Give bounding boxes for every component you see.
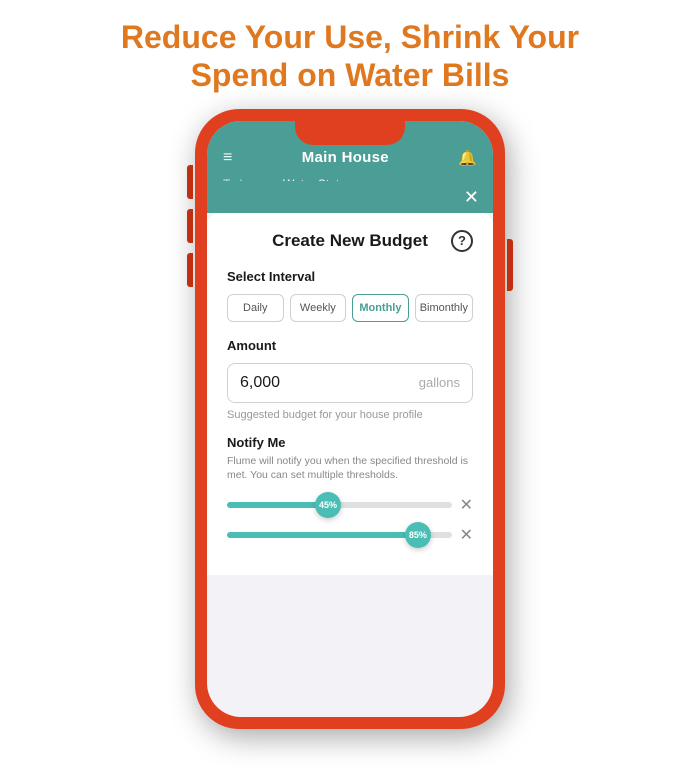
phone-mockup: ≡ Main House 🔔 Today Water Status ✕ xyxy=(195,109,505,729)
interval-daily[interactable]: Daily xyxy=(227,294,284,322)
slider-fill-1 xyxy=(227,502,328,508)
slider-track-2[interactable]: 85% xyxy=(227,532,452,538)
slider-thumb-2[interactable]: 85% xyxy=(405,522,431,548)
modal-card: Create New Budget ? Select Interval Dail… xyxy=(207,213,493,575)
app-bar-top: ≡ Main House 🔔 xyxy=(207,145,493,171)
interval-label: Select Interval xyxy=(227,269,473,284)
help-icon[interactable]: ? xyxy=(451,230,473,252)
slider-row-2: 85% ✕ xyxy=(227,525,473,545)
amount-field[interactable]: 6,000 gallons xyxy=(227,363,473,403)
modal-header: Create New Budget ? xyxy=(227,231,473,251)
modal-title: Create New Budget xyxy=(272,231,428,251)
slider-fill-2 xyxy=(227,532,418,538)
interval-selector: Daily Weekly Monthly Bimonthly xyxy=(227,294,473,322)
app-title: Main House xyxy=(302,149,389,166)
headline-text: Reduce Your Use, Shrink Your Spend on Wa… xyxy=(121,18,579,95)
hamburger-icon[interactable]: ≡ xyxy=(223,149,232,167)
slider-close-1[interactable]: ✕ xyxy=(460,495,473,515)
modal-overlay: ✕ Create New Budget ? Select Interval Da… xyxy=(207,181,493,717)
amount-unit: gallons xyxy=(419,375,460,390)
interval-bimonthly[interactable]: Bimonthly xyxy=(415,294,473,322)
phone-screen: ≡ Main House 🔔 Today Water Status ✕ xyxy=(207,121,493,717)
slider-track-1[interactable]: 45% xyxy=(227,502,452,508)
amount-label: Amount xyxy=(227,338,473,353)
slider-label-2: 85% xyxy=(409,530,427,540)
amount-value: 6,000 xyxy=(240,374,280,392)
headline-section: Reduce Your Use, Shrink Your Spend on Wa… xyxy=(91,0,609,105)
interval-monthly[interactable]: Monthly xyxy=(352,294,409,322)
modal-content: Create New Budget ? Select Interval Dail… xyxy=(227,231,473,555)
notify-title: Notify Me xyxy=(227,435,473,450)
interval-weekly[interactable]: Weekly xyxy=(290,294,347,322)
slider-row-1: 45% ✕ xyxy=(227,495,473,515)
notify-desc: Flume will notify you when the specified… xyxy=(227,454,473,483)
suggested-text: Suggested budget for your house profile xyxy=(227,409,473,421)
slider-thumb-1[interactable]: 45% xyxy=(315,492,341,518)
close-icon[interactable]: ✕ xyxy=(464,188,479,206)
phone-frame: ≡ Main House 🔔 Today Water Status ✕ xyxy=(195,109,505,729)
notch xyxy=(295,121,405,145)
slider-label-1: 45% xyxy=(319,500,337,510)
bell-icon[interactable]: 🔔 xyxy=(458,149,477,167)
slider-close-2[interactable]: ✕ xyxy=(460,525,473,545)
teal-background: ✕ xyxy=(207,181,493,213)
